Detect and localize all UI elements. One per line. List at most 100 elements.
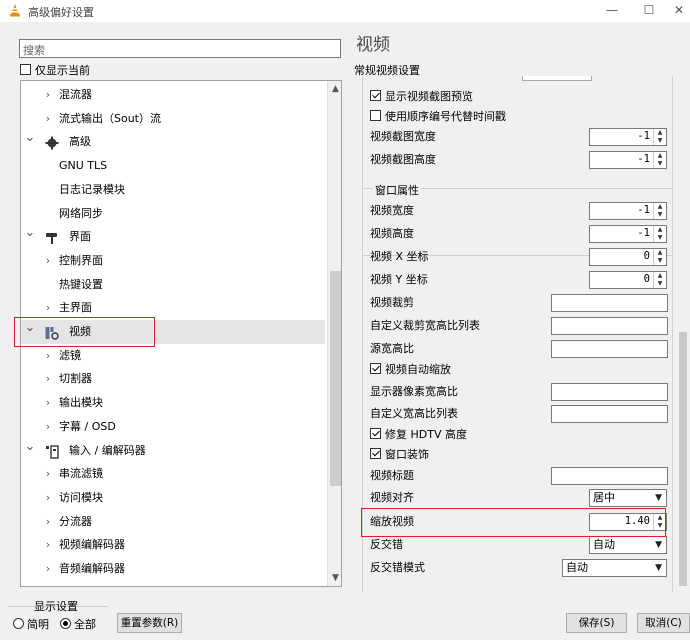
spin-down-icon[interactable]: ▼: [654, 137, 666, 145]
tree-item[interactable]: 日志记录模块: [21, 178, 325, 202]
dropdown-arrow-icon[interactable]: ▼: [655, 560, 662, 576]
checkbox-box[interactable]: [370, 90, 381, 101]
search-input[interactable]: 搜索: [19, 39, 341, 58]
tree-item[interactable]: ⌄ 高级: [21, 130, 325, 154]
spin-arrows[interactable]: ▲ ▼: [653, 272, 666, 288]
setting-checkbox[interactable]: 使用顺序编号代替时间戳: [370, 108, 670, 126]
tree-item[interactable]: › 字幕 / OSD: [21, 415, 325, 439]
chevron-right-icon[interactable]: ›: [42, 557, 54, 580]
settings-scrollbar[interactable]: [676, 76, 689, 592]
spin-up-icon[interactable]: ▲: [654, 272, 666, 280]
tree-item[interactable]: › 流式输出（Sout）流: [21, 107, 325, 131]
chevron-right-icon[interactable]: ›: [42, 510, 54, 533]
save-button[interactable]: 保存(S): [566, 613, 627, 633]
spin-up-icon[interactable]: ▲: [654, 203, 666, 211]
settings-scroll-thumb[interactable]: [679, 332, 687, 586]
chevron-right-icon[interactable]: ›: [42, 533, 54, 556]
chevron-right-icon[interactable]: ›: [42, 296, 54, 319]
tree-item[interactable]: › 混流器: [21, 83, 325, 107]
spin-arrows[interactable]: ▲ ▼: [653, 129, 666, 145]
only-current-checkbox[interactable]: 仅显示当前: [20, 62, 90, 77]
spin-up-icon[interactable]: ▲: [654, 249, 666, 257]
checkbox-box[interactable]: [20, 64, 31, 75]
spin-box[interactable]: -1 ▲ ▼: [589, 225, 667, 243]
tree-item[interactable]: ⌄ 界面: [21, 225, 325, 249]
spin-box[interactable]: -1 ▲ ▼: [589, 151, 667, 169]
radio-all-circle[interactable]: [60, 618, 71, 629]
tree-item[interactable]: 网络同步: [21, 202, 325, 226]
maximize-button[interactable]: ☐: [634, 1, 664, 21]
text-field[interactable]: [551, 340, 668, 358]
spin-arrows[interactable]: ▲ ▼: [653, 152, 666, 168]
dropdown-arrow-icon[interactable]: ▼: [655, 490, 662, 506]
close-button[interactable]: ✕: [664, 1, 690, 21]
scroll-thumb[interactable]: [330, 271, 341, 486]
tree-item[interactable]: › 串流滤镜: [21, 462, 325, 486]
chevron-right-icon[interactable]: ›: [42, 462, 54, 485]
setting-checkbox[interactable]: 修复 HDTV 高度: [370, 426, 670, 444]
scroll-down-arrow-icon[interactable]: ▼: [328, 570, 341, 586]
tree-item[interactable]: › 分流器: [21, 510, 325, 534]
checkbox-box[interactable]: [370, 448, 381, 459]
spin-down-icon[interactable]: ▼: [654, 234, 666, 242]
setting-checkbox[interactable]: 视频自动缩放: [370, 361, 670, 379]
tree-scrollbar[interactable]: ▲ ▼: [327, 81, 341, 586]
spin-box[interactable]: 0 ▲ ▼: [589, 271, 667, 289]
spin-down-icon[interactable]: ▼: [654, 280, 666, 288]
spin-down-icon[interactable]: ▼: [654, 160, 666, 168]
tree-item[interactable]: › 控制界面: [21, 249, 325, 273]
spin-down-icon[interactable]: ▼: [654, 257, 666, 265]
text-field[interactable]: [551, 467, 668, 485]
dropdown[interactable]: 自动 ▼: [562, 559, 667, 577]
chevron-down-icon[interactable]: ⌄: [24, 435, 36, 458]
tree-item[interactable]: › 切割器: [21, 367, 325, 391]
spin-arrows[interactable]: ▲ ▼: [653, 203, 666, 219]
chevron-right-icon[interactable]: ›: [42, 486, 54, 509]
spin-up-icon[interactable]: ▲: [654, 152, 666, 160]
chevron-right-icon[interactable]: ›: [42, 83, 54, 106]
radio-all[interactable]: 全部: [60, 616, 96, 632]
chevron-right-icon[interactable]: ›: [42, 107, 54, 130]
checkbox-box[interactable]: [370, 428, 381, 439]
spin-down-icon[interactable]: ▼: [654, 211, 666, 219]
setting-checkbox[interactable]: 显示视频截图预览: [370, 88, 670, 106]
tree-item[interactable]: GNU TLS: [21, 154, 325, 178]
chevron-down-icon[interactable]: ⌄: [24, 126, 36, 149]
text-field[interactable]: [551, 405, 668, 423]
chevron-right-icon[interactable]: ›: [42, 249, 54, 272]
tree-item[interactable]: › 滤镜: [21, 344, 325, 368]
checkbox-box[interactable]: [370, 363, 381, 374]
tree-item[interactable]: ⌄ 输入 / 编解码器: [21, 439, 325, 463]
tree-item[interactable]: › 访问模块: [21, 486, 325, 510]
spin-box[interactable]: 0 ▲ ▼: [589, 248, 667, 266]
checkbox-box[interactable]: [370, 110, 381, 121]
minimize-button[interactable]: —: [597, 1, 627, 21]
radio-simple-circle[interactable]: [13, 618, 24, 629]
chevron-right-icon[interactable]: ›: [42, 344, 54, 367]
tree-item[interactable]: › 音频编解码器: [21, 557, 325, 581]
text-field[interactable]: [551, 294, 668, 312]
spin-arrows[interactable]: ▲ ▼: [653, 249, 666, 265]
dropdown-arrow-icon[interactable]: ▼: [655, 537, 662, 553]
chevron-right-icon[interactable]: ›: [42, 367, 54, 390]
spin-arrows[interactable]: ▲ ▼: [653, 226, 666, 242]
spin-up-icon[interactable]: ▲: [654, 226, 666, 234]
dropdown[interactable]: 居中 ▼: [589, 489, 667, 507]
cancel-button[interactable]: 取消(C): [637, 613, 690, 633]
reset-preferences-button[interactable]: 重置参数(R): [117, 613, 182, 633]
setting-checkbox[interactable]: 窗口装饰: [370, 446, 670, 464]
chevron-right-icon[interactable]: ›: [42, 391, 54, 414]
tree-item[interactable]: 热键设置: [21, 273, 325, 297]
spin-box[interactable]: -1 ▲ ▼: [589, 202, 667, 220]
radio-simple[interactable]: 简明: [13, 616, 49, 632]
dropdown[interactable]: 自动 ▼: [589, 536, 667, 554]
spin-up-icon[interactable]: ▲: [654, 129, 666, 137]
chevron-right-icon[interactable]: ›: [42, 415, 54, 438]
text-field[interactable]: [551, 317, 668, 335]
text-field[interactable]: [551, 383, 668, 401]
tree-item[interactable]: › 输出模块: [21, 391, 325, 415]
scroll-up-arrow-icon[interactable]: ▲: [328, 81, 341, 97]
tree-item[interactable]: › 视频编解码器: [21, 533, 325, 557]
spin-box[interactable]: -1 ▲ ▼: [589, 128, 667, 146]
chevron-down-icon[interactable]: ⌄: [24, 221, 36, 244]
